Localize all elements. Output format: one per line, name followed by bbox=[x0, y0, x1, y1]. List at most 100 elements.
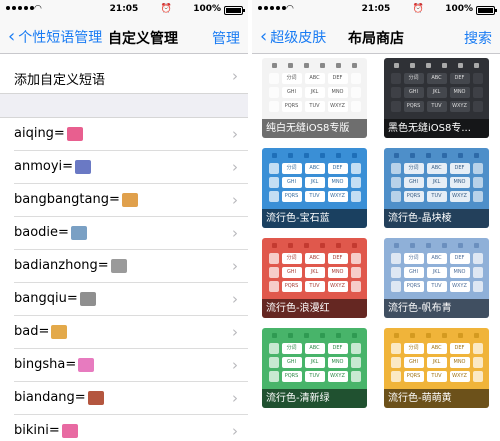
key: JKL bbox=[304, 87, 325, 98]
search-button[interactable]: 搜索 bbox=[464, 28, 492, 48]
chevron-right-icon: › bbox=[232, 67, 238, 85]
skin-caption: 纯白无缝iOS8专版 bbox=[262, 119, 367, 138]
phrase-text: bingsha= bbox=[14, 357, 77, 372]
add-phrase-row[interactable]: 添加自定义短语 › bbox=[0, 60, 248, 94]
skin-card[interactable]: 分词 ABC DEF GHI JKL MNO PQRS TUV WXYZ 纯白无缝iOS8专版 bbox=[262, 58, 367, 138]
couple-emoji bbox=[66, 126, 83, 141]
chevron-right-icon: › bbox=[232, 323, 238, 341]
key: ABC bbox=[304, 343, 325, 354]
key: DEF bbox=[449, 73, 470, 84]
chevron-right-icon: › bbox=[232, 422, 238, 440]
keyboard-preview: 分词 ABC DEF GHI JKL MNO PQRS TUV WXYZ bbox=[384, 148, 489, 210]
key: WXYZ bbox=[327, 371, 348, 382]
key: TUV bbox=[426, 101, 447, 112]
key: ABC bbox=[304, 163, 325, 174]
key: DEF bbox=[327, 343, 348, 354]
massage-chair-emoji bbox=[75, 159, 92, 174]
phrase-row[interactable]: biandang= › bbox=[14, 382, 248, 415]
skin-card[interactable]: 分词 ABC DEF GHI JKL MNO PQRS TUV WXYZ 流行色-萌萌黄 bbox=[384, 328, 489, 408]
phrase-row[interactable]: aiqing= › bbox=[14, 118, 248, 151]
phrase-text: baodie= bbox=[14, 225, 69, 240]
phrase-row[interactable]: bikini= › bbox=[14, 415, 248, 441]
phrase-text: anmoyi= bbox=[14, 159, 74, 174]
phrase-row[interactable]: bingsha= › bbox=[14, 349, 248, 382]
skin-card[interactable]: 分词 ABC DEF GHI JKL MNO PQRS TUV WXYZ 流行色-清新绿 bbox=[262, 328, 367, 408]
key: PQRS bbox=[281, 191, 302, 202]
key: PQRS bbox=[403, 371, 424, 382]
phrase-label: bikini= bbox=[14, 423, 78, 438]
skin-caption: 流行色-浪漫红 bbox=[262, 299, 367, 318]
key: MNO bbox=[449, 177, 470, 188]
key: PQRS bbox=[281, 101, 302, 112]
phrase-text: bad= bbox=[14, 324, 50, 339]
skin-caption: 黑色无缝iOS8专... bbox=[384, 119, 489, 138]
phrase-label: bingsha= bbox=[14, 357, 95, 372]
phrase-label: baodie= bbox=[14, 225, 87, 240]
key: ABC bbox=[426, 163, 447, 174]
phrase-text: bangqiu= bbox=[14, 291, 78, 306]
key: WXYZ bbox=[327, 101, 348, 112]
key: DEF bbox=[449, 343, 470, 354]
key: MNO bbox=[327, 267, 348, 278]
alarm-icon: ⏰ bbox=[412, 4, 424, 14]
key: JKL bbox=[304, 177, 325, 188]
chevron-right-icon: › bbox=[232, 257, 238, 275]
key: WXYZ bbox=[327, 191, 348, 202]
key: TUV bbox=[426, 281, 447, 292]
chevron-left-icon: ‹ bbox=[8, 26, 16, 47]
shaved-ice-emoji bbox=[78, 357, 95, 372]
bento-emoji bbox=[87, 390, 104, 405]
key: JKL bbox=[426, 87, 447, 98]
key: GHI bbox=[403, 177, 424, 188]
back-label: 个性短语管理 bbox=[18, 30, 103, 46]
key: MNO bbox=[449, 267, 470, 278]
key: 分词 bbox=[403, 343, 424, 354]
phrase-row[interactable]: bangbangtang= › bbox=[14, 184, 248, 217]
manage-button[interactable]: 管理 bbox=[212, 28, 240, 48]
skin-card[interactable]: 分词 ABC DEF GHI JKL MNO PQRS TUV WXYZ 流行色-宝石蓝 bbox=[262, 148, 367, 228]
key: MNO bbox=[449, 87, 470, 98]
key: GHI bbox=[281, 87, 302, 98]
phrase-row[interactable]: baodie= › bbox=[14, 217, 248, 250]
thumbs-down-emoji bbox=[51, 324, 68, 339]
skin-card[interactable]: 分词 ABC DEF GHI JKL MNO PQRS TUV WXYZ 黑色无缝iOS8专... bbox=[384, 58, 489, 138]
phrase-label: aiqing= bbox=[14, 126, 83, 141]
key: TUV bbox=[304, 281, 325, 292]
key: JKL bbox=[426, 267, 447, 278]
key: MNO bbox=[449, 357, 470, 368]
back-button[interactable]: ‹ 个性短语管理 bbox=[8, 27, 102, 47]
skin-card[interactable]: 分词 ABC DEF GHI JKL MNO PQRS TUV WXYZ 流行色-浪漫红 bbox=[262, 238, 367, 318]
page-title: 布局商店 bbox=[348, 31, 404, 47]
phrase-text: bikini= bbox=[14, 423, 60, 438]
skin-caption: 流行色-帆布青 bbox=[384, 299, 489, 318]
phrase-text: bangbangtang= bbox=[14, 192, 120, 207]
phrase-row[interactable]: bangqiu= › bbox=[14, 283, 248, 316]
phrase-row[interactable]: bad= › bbox=[14, 316, 248, 349]
key: PQRS bbox=[281, 371, 302, 382]
key: JKL bbox=[304, 357, 325, 368]
skin-card[interactable]: 分词 ABC DEF GHI JKL MNO PQRS TUV WXYZ 流行色-帆布青 bbox=[384, 238, 489, 318]
key: ABC bbox=[426, 343, 447, 354]
key: GHI bbox=[403, 87, 424, 98]
phrase-label: bad= bbox=[14, 324, 68, 339]
chevron-right-icon: › bbox=[232, 290, 238, 308]
keyboard-preview: 分词 ABC DEF GHI JKL MNO PQRS TUV WXYZ bbox=[384, 328, 489, 390]
chevron-left-icon: ‹ bbox=[260, 26, 268, 47]
phrase-row[interactable]: badianzhong= › bbox=[14, 250, 248, 283]
lollipop-emoji bbox=[121, 192, 138, 207]
phrase-row[interactable]: anmoyi= › bbox=[14, 151, 248, 184]
back-button[interactable]: ‹ 超级皮肤 bbox=[260, 27, 326, 47]
skin-card[interactable]: 分词 ABC DEF GHI JKL MNO PQRS TUV WXYZ 流行色-晶块棱 bbox=[384, 148, 489, 228]
key: PQRS bbox=[403, 281, 424, 292]
key: WXYZ bbox=[449, 191, 470, 202]
key: 分词 bbox=[281, 73, 302, 84]
battery-icon bbox=[224, 6, 245, 15]
status-bar: ◠ 21:05 ⏰ 100% bbox=[0, 0, 248, 20]
keyboard-preview: 分词 ABC DEF GHI JKL MNO PQRS TUV WXYZ bbox=[262, 58, 367, 120]
chevron-right-icon: › bbox=[232, 389, 238, 407]
skin-caption: 流行色-清新绿 bbox=[262, 389, 367, 408]
nav-bar: ‹ 超级皮肤 布局商店 搜索 bbox=[252, 20, 500, 54]
phrase-list: aiqing= › anmoyi= › bangbangtang= › baodie= › ba… bbox=[0, 118, 248, 441]
key: GHI bbox=[281, 357, 302, 368]
key: PQRS bbox=[281, 281, 302, 292]
